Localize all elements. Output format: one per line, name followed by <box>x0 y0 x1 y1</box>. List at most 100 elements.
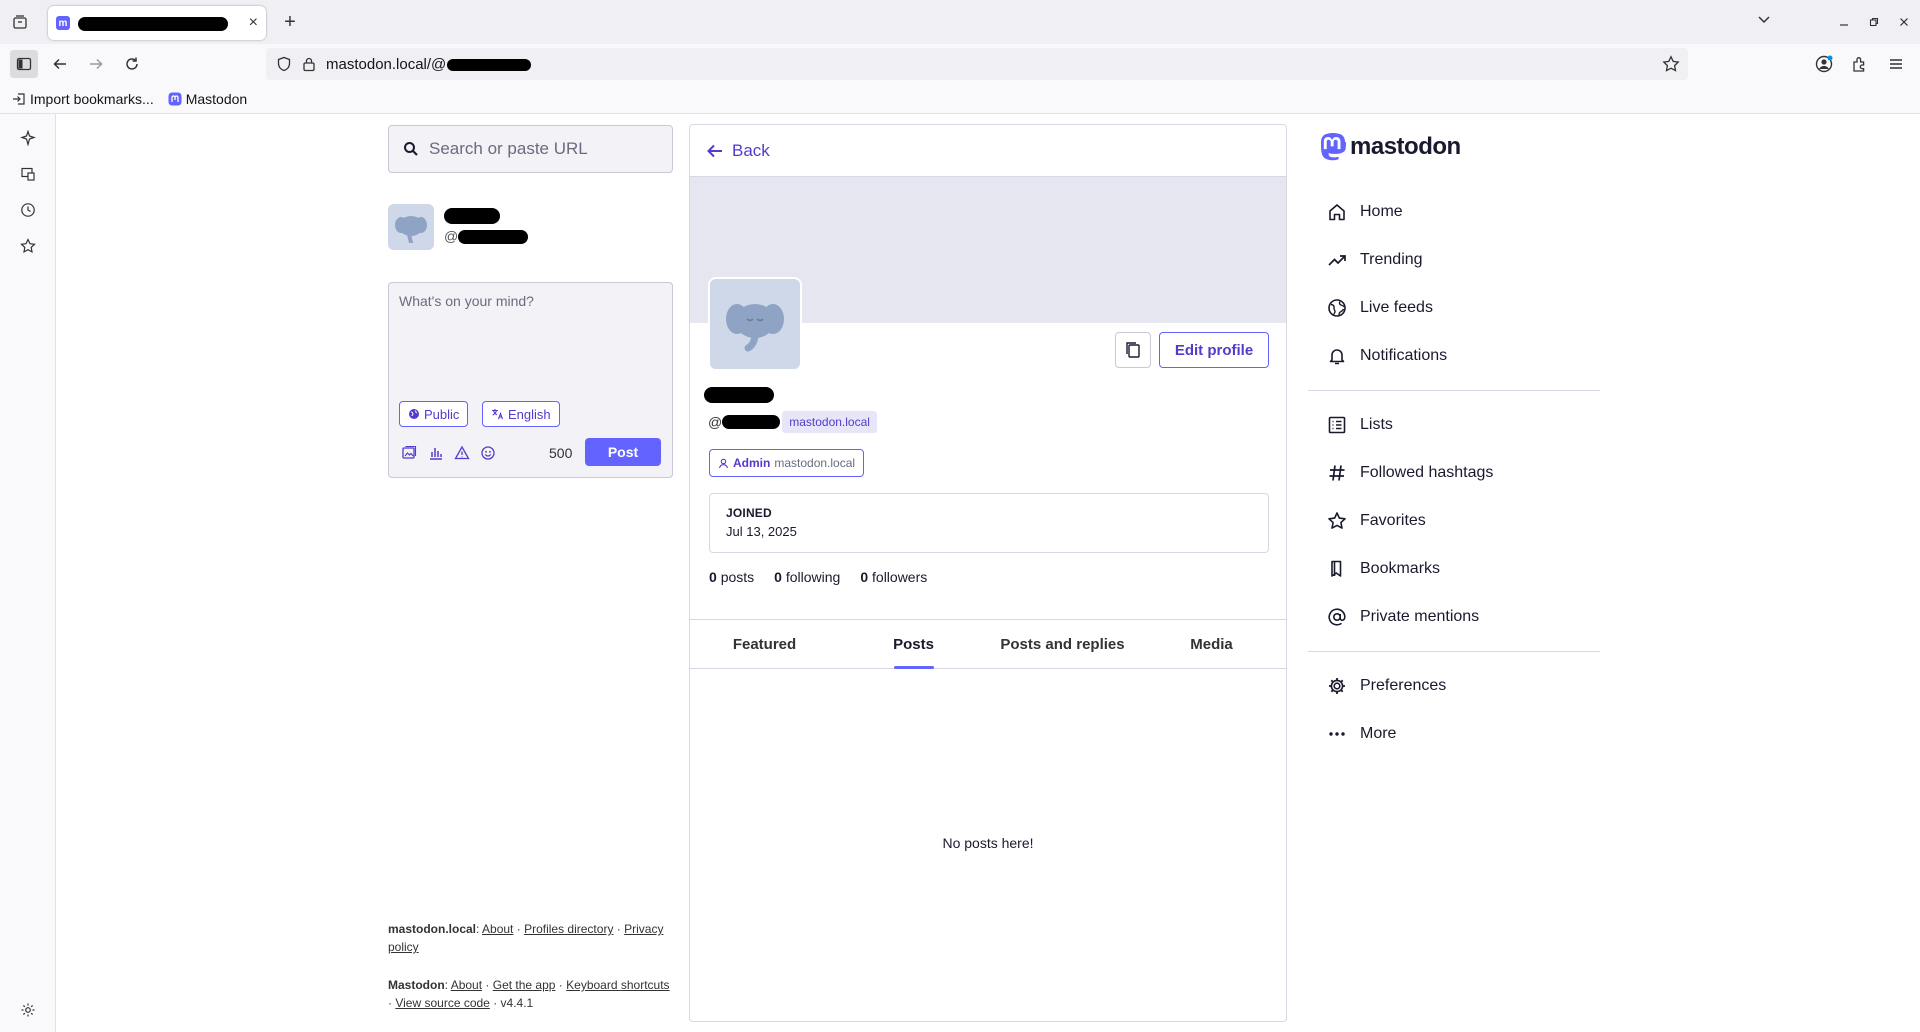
nav-lists[interactable]: Lists <box>1322 401 1602 449</box>
nav-trending[interactable]: Trending <box>1322 236 1602 284</box>
redaction-mark <box>444 208 500 224</box>
search-input[interactable] <box>429 139 659 159</box>
warning-icon[interactable] <box>452 443 472 463</box>
nav-favorites[interactable]: Favorites <box>1322 497 1602 545</box>
keyboard-shortcuts-link[interactable]: Keyboard shortcuts <box>566 978 669 992</box>
profile-tabs: Featured Posts Posts and replies Media <box>690 619 1286 669</box>
copy-icon <box>1124 341 1142 359</box>
nav-followed-hashtags[interactable]: Followed hashtags <box>1322 449 1602 497</box>
history-icon[interactable] <box>18 200 38 220</box>
post-button[interactable]: Post <box>585 438 661 466</box>
mastodon-favicon <box>168 92 182 106</box>
menu-icon[interactable] <box>1882 50 1910 78</box>
lock-icon[interactable] <box>302 56 316 72</box>
forward-arrow-icon[interactable] <box>82 50 110 78</box>
extensions-icon[interactable] <box>1846 50 1874 78</box>
bookmark-star-icon[interactable] <box>1662 55 1680 73</box>
account-icon[interactable] <box>1810 50 1838 78</box>
copy-link-button[interactable] <box>1115 332 1151 368</box>
language-button[interactable]: English <box>482 401 560 427</box>
edit-profile-button[interactable]: Edit profile <box>1159 332 1269 368</box>
redaction-mark <box>704 387 774 403</box>
count-number: 0 <box>709 569 717 585</box>
emoji-icon[interactable] <box>478 443 498 463</box>
globe-icon <box>408 408 420 420</box>
browser-tab-active[interactable]: m × <box>48 6 266 40</box>
mastodon-about-link[interactable]: About <box>451 978 482 992</box>
profile-display-name <box>704 387 774 408</box>
nav-divider <box>1308 390 1600 391</box>
back-button[interactable]: Back <box>690 125 1286 177</box>
new-tab-button[interactable]: + <box>278 10 302 34</box>
compose-display-name[interactable] <box>444 208 500 228</box>
get-app-link[interactable]: Get the app <box>493 978 556 992</box>
url-text[interactable]: mastodon.local/@ <box>326 56 532 73</box>
back-arrow-icon[interactable] <box>46 50 74 78</box>
nav-private-mentions[interactable]: Private mentions <box>1322 593 1602 641</box>
separator: · <box>616 922 621 936</box>
at-icon <box>1326 606 1348 628</box>
role-domain: mastodon.local <box>774 456 856 470</box>
bookmark-mastodon[interactable]: Mastodon <box>168 91 247 107</box>
compose-textarea[interactable] <box>399 293 661 393</box>
bookmark-import[interactable]: Import bookmarks... <box>12 91 154 107</box>
footer-server-name: mastodon.local <box>388 922 477 936</box>
redaction-mark <box>722 415 781 429</box>
nav-more[interactable]: More <box>1322 710 1602 758</box>
tab-media[interactable]: Media <box>1137 620 1286 668</box>
restore-button[interactable] <box>1864 12 1884 32</box>
server-about-link[interactable]: About <box>482 922 513 936</box>
visibility-label: Public <box>424 406 460 422</box>
url-bar[interactable]: mastodon.local/@ <box>266 48 1688 80</box>
following-count[interactable]: 0 following <box>774 569 840 585</box>
nav-bookmarks[interactable]: Bookmarks <box>1322 545 1602 593</box>
gear-icon[interactable] <box>18 1000 38 1020</box>
followers-count[interactable]: 0 followers <box>860 569 927 585</box>
joined-date: Jul 13, 2025 <box>726 524 797 539</box>
sidebar-toggle-icon[interactable] <box>10 50 38 78</box>
tab-posts-and-replies[interactable]: Posts and replies <box>988 620 1137 668</box>
compose-account[interactable]: @ <box>388 204 673 264</box>
handle-prefix: @ <box>708 414 723 430</box>
nav-label: More <box>1360 725 1397 742</box>
minimize-button[interactable] <box>1834 12 1854 32</box>
profile-account-handle[interactable]: @ mastodon.local <box>708 411 877 433</box>
image-icon[interactable] <box>399 443 419 463</box>
nav-preferences[interactable]: Preferences <box>1322 662 1602 710</box>
tab-list-button[interactable] <box>8 10 32 34</box>
profile-avatar[interactable] <box>708 277 802 371</box>
hashtag-icon <box>1326 462 1348 484</box>
nav-live-feeds[interactable]: Live feeds <box>1322 284 1602 332</box>
avatar[interactable] <box>388 204 434 250</box>
separator: · <box>493 996 498 1010</box>
mastodon-logo[interactable]: mastodon <box>1318 132 1461 162</box>
tab-posts[interactable]: Posts <box>839 620 988 669</box>
poll-icon[interactable] <box>426 443 446 463</box>
language-label: English <box>508 406 551 422</box>
profiles-directory-link[interactable]: Profiles directory <box>524 922 613 936</box>
nav-home[interactable]: Home <box>1322 188 1602 236</box>
window-close-button[interactable] <box>1894 12 1914 32</box>
tab-featured[interactable]: Featured <box>690 620 839 668</box>
domain-badge[interactable]: mastodon.local <box>782 411 877 433</box>
nav-notifications[interactable]: Notifications <box>1322 332 1602 380</box>
synced-tabs-icon[interactable] <box>18 164 38 184</box>
view-source-link[interactable]: View source code <box>395 996 490 1010</box>
bookmarks-star-icon[interactable] <box>18 236 38 256</box>
version-text: v4.4.1 <box>500 996 534 1010</box>
reload-icon[interactable] <box>118 50 146 78</box>
bookmark-icon <box>1326 558 1348 580</box>
visibility-button[interactable]: Public <box>399 401 469 427</box>
browser-navigation-bar: mastodon.local/@ <box>0 44 1920 84</box>
shield-icon[interactable] <box>276 56 292 72</box>
footer-app-name: Mastodon <box>388 978 445 992</box>
home-icon <box>1326 201 1348 223</box>
nav-label: Preferences <box>1360 677 1447 694</box>
bookmarks-toolbar: Import bookmarks... Mastodon <box>0 84 1920 114</box>
ai-chat-icon[interactable] <box>18 128 38 148</box>
chevron-down-icon[interactable] <box>1757 12 1771 26</box>
search-icon <box>403 141 419 157</box>
tab-close-button[interactable]: × <box>249 14 258 32</box>
posts-count[interactable]: 0 posts <box>709 569 754 585</box>
search-field[interactable] <box>388 125 673 173</box>
